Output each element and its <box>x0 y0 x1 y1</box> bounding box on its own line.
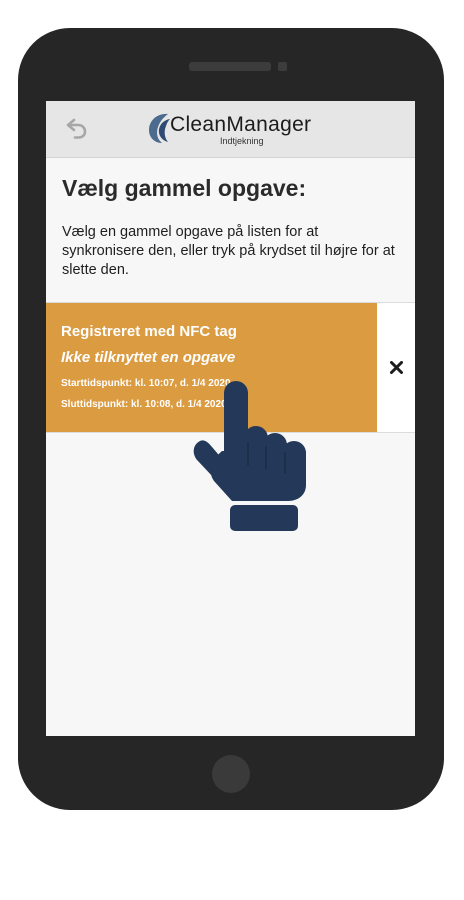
task-end-time: Sluttidspunkt: kl. 10:08, d. 1/4 2020 <box>61 399 227 410</box>
delete-task-button[interactable] <box>377 303 415 432</box>
page-title: Vælg gammel opgave: <box>62 175 307 201</box>
task-list-item: Registreret med NFC tag Ikke tilknyttet … <box>46 302 415 433</box>
phone-speaker <box>189 62 271 71</box>
logo-name: CleanManager <box>170 113 312 136</box>
task-subtitle: Ikke tilknyttet en opgave <box>61 349 236 366</box>
undo-arrow-icon <box>66 118 87 139</box>
app-header: CleanManager Indtjekning <box>46 101 415 158</box>
close-x-icon <box>389 361 403 374</box>
back-button[interactable] <box>64 115 90 141</box>
phone-camera <box>278 62 287 71</box>
task-title: Registreret med NFC tag <box>61 323 237 340</box>
logo-subtitle: Indtjekning <box>220 136 264 146</box>
phone-frame: CleanManager Indtjekning Vælg gammel opg… <box>18 28 444 810</box>
app-logo: CleanManager Indtjekning <box>146 109 316 149</box>
phone-screen: CleanManager Indtjekning Vælg gammel opg… <box>46 101 415 736</box>
instructions-text: Vælg en gammel opgave på listen for at s… <box>62 224 395 278</box>
task-start-time: Starttidspunkt: kl. 10:07, d. 1/4 2020 <box>61 378 231 389</box>
home-button[interactable] <box>212 755 250 793</box>
task-card[interactable]: Registreret med NFC tag Ikke tilknyttet … <box>46 303 377 432</box>
